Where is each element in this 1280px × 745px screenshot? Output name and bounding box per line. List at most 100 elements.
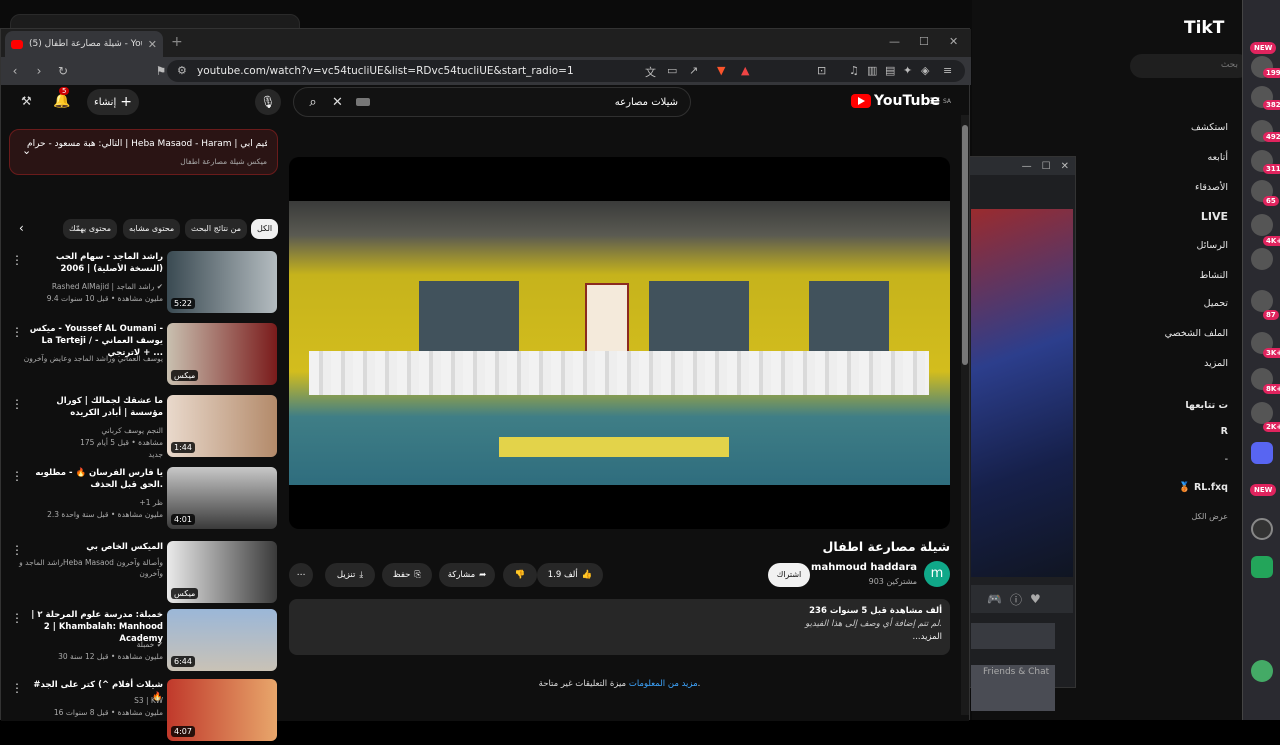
share-page-icon[interactable]: ↗ [689, 64, 698, 77]
video-thumbnail[interactable]: 1:44 [167, 395, 277, 457]
search-box[interactable]: ⌕ ✕ شيلات مصارعه [293, 87, 691, 117]
notifications-bell-icon[interactable]: 🔔 5 [53, 87, 70, 109]
tiktok-nav-upload[interactable]: تحميل [1204, 298, 1228, 309]
back-icon[interactable]: ‹ [5, 64, 25, 78]
channel-info[interactable]: m mahmoud haddara 903 مشتركين [791, 561, 951, 591]
video-thumbnail[interactable]: ميكس [167, 323, 277, 385]
chip-from-search[interactable]: من نتائج البحث [185, 219, 248, 239]
brave-shield-icon[interactable]: ▼ [717, 64, 725, 77]
music-icon[interactable]: ♫ [849, 64, 859, 77]
more-options-icon[interactable]: ⋮ [11, 681, 23, 695]
vpn-icon[interactable]: ◈ [921, 64, 929, 77]
description-box[interactable]: 236 ألف مشاهدة قبل 5 سنوات لم تتم إضافة … [289, 599, 950, 655]
recommendation-card[interactable]: ⋮ خمبلة: مدرسة علوم المرحلة ٢ | 2 | Kham… [1, 609, 281, 675]
hamburger-menu-icon[interactable]: ≡ [929, 93, 941, 109]
channel-name[interactable]: Rashed AlMajid | راشد الماجد ✔ [3, 281, 163, 292]
video-thumbnail[interactable]: 5:22 [167, 251, 277, 313]
video-thumbnail[interactable]: ميكس [167, 541, 277, 603]
share-button[interactable]: مشاركة ➦ [439, 563, 495, 587]
learn-more-link[interactable]: مزيد من المعلومات [629, 679, 698, 689]
video-title[interactable]: راشد الماجد - سهام الحب (النسخة الأصلية)… [23, 251, 163, 275]
dislike-button[interactable]: 👎 [503, 563, 537, 587]
close-icon[interactable]: ✕ [1061, 161, 1069, 172]
info-icon[interactable]: ⓘ [1010, 591, 1022, 608]
tiktok-nav-activity[interactable]: النشاط [1199, 270, 1228, 281]
translate-icon[interactable]: 文 [645, 64, 656, 80]
close-tab-icon[interactable]: ✕ [148, 38, 163, 51]
recommendation-card[interactable]: ⋮ ميكس - Youssef AL Oumani - La Terteji … [1, 323, 281, 389]
avatar[interactable] [1251, 402, 1273, 424]
forward-icon[interactable]: › [29, 64, 49, 78]
avatar[interactable] [1251, 290, 1273, 312]
site-settings-icon[interactable]: ⚙ [177, 64, 187, 77]
minimize-window-icon[interactable]: — [889, 35, 900, 48]
recommendation-card[interactable]: ⋮ يا فارس الفرسان 🔥 - مطلوبه الحق قبل ال… [1, 467, 281, 533]
reload-icon[interactable]: ↻ [53, 64, 73, 78]
channel-avatar[interactable]: m [924, 561, 950, 587]
leo-ai-icon[interactable]: ✦ [903, 64, 912, 77]
video-thumbnail[interactable]: 4:07 [167, 679, 277, 741]
tiktok-nav-live[interactable]: LIVE [1201, 210, 1228, 223]
tiktok-nav-messages[interactable]: الرسائل [1197, 240, 1228, 251]
video-player[interactable] [289, 157, 950, 529]
chevron-left-icon[interactable]: ‹ [19, 221, 24, 235]
app-icon[interactable] [1251, 518, 1273, 540]
avatar[interactable] [1251, 660, 1273, 682]
chat-field[interactable] [971, 623, 1055, 649]
recommendation-card[interactable]: ⋮ راشد الماجد - سهام الحب (النسخة الأصلي… [1, 251, 281, 317]
friends-chat-label[interactable]: Friends & Chat [983, 667, 1049, 677]
channel-name[interactable]: خمبلة ✔ [3, 639, 163, 650]
screenshot-icon[interactable]: ⊡ [817, 64, 826, 77]
create-button[interactable]: إنشاء + [87, 89, 139, 115]
url-field[interactable]: ⚙ youtube.com/watch?v=vc54tucliUE&list=R… [167, 60, 965, 82]
video-title[interactable]: الميكس الخاص بي [23, 541, 163, 553]
more-options-icon[interactable]: ⋮ [11, 543, 23, 557]
more-options-icon[interactable]: ⋮ [11, 397, 23, 411]
minimize-icon[interactable]: — [1022, 161, 1032, 172]
show-more-link[interactable]: ...المزيد [297, 631, 943, 644]
more-options-icon[interactable]: ⋮ [11, 325, 23, 339]
avatar[interactable] [1251, 248, 1273, 270]
voice-search-button[interactable]: 🎙 [255, 89, 281, 115]
channel-name[interactable]: +ظر 1 [3, 497, 163, 508]
rewards-icon[interactable]: ▲ [741, 64, 749, 77]
keyboard-icon[interactable] [356, 98, 370, 106]
chip-related[interactable]: محتوى مشابه [123, 219, 181, 239]
avatar[interactable] [1251, 214, 1273, 236]
maximize-icon[interactable]: ☐ [1042, 161, 1051, 172]
sidebar-icon[interactable]: ▥ [867, 64, 877, 77]
tiktok-nav-following[interactable]: أتابعه [1208, 152, 1229, 163]
cast-icon[interactable]: ▭ [667, 64, 677, 77]
browser-tab[interactable]: (5) شيلة مصارعة اطفال - YouTube ✕ [5, 31, 163, 57]
channel-name[interactable]: S3 | KW [3, 695, 163, 706]
heart-icon[interactable]: ♥ [1030, 592, 1041, 606]
recommendation-card[interactable]: ⋮ الميكس الخاص بي راشد الماجد وHeba Masa… [1, 541, 281, 607]
new-tab-button[interactable]: + [171, 34, 183, 50]
app-icon[interactable] [1251, 556, 1273, 578]
like-button[interactable]: 1.9 ألف 👍 [537, 563, 603, 587]
channel-name[interactable]: راشد الماجد وHeba Masaod وأصالة وآخرون و… [3, 557, 163, 579]
more-actions-button[interactable]: ⋯ [289, 563, 313, 587]
playlist-panel[interactable]: ⌄ التالي: هبة مسعود - حرام | Heba Masaod… [9, 129, 278, 175]
search-input[interactable]: شيلات مصارعه [370, 97, 690, 108]
more-options-icon[interactable]: ⋮ [11, 253, 23, 267]
tiktok-nav-profile[interactable]: الملف الشخصي [1165, 328, 1228, 339]
download-button[interactable]: تنزيل ⤓ [325, 563, 375, 587]
tiktok-nav-explore[interactable]: استكشف [1191, 122, 1228, 133]
clear-search-icon[interactable]: ✕ [332, 95, 352, 110]
video-thumbnail[interactable]: 6:44 [167, 609, 277, 671]
chip-for-you[interactable]: محتوى يهمّك [63, 219, 118, 239]
more-options-icon[interactable]: ⋮ [11, 611, 23, 625]
more-options-icon[interactable]: ⋮ [11, 469, 23, 483]
wallet-icon[interactable]: ▤ [885, 64, 895, 77]
save-button[interactable]: حفظ ⎘ [382, 563, 432, 587]
apps-icon[interactable]: ⚒ [21, 94, 32, 108]
tiktok-following-item[interactable]: - [1225, 454, 1228, 465]
recommendation-card[interactable]: ⋮ ما عشقك لجمالك | كورال مؤسسة | أبادر ا… [1, 395, 281, 461]
channel-name[interactable]: النجم يوسف كرباني [3, 425, 163, 436]
menu-icon[interactable]: ≡ [943, 64, 952, 77]
recommendation-card[interactable]: ⋮ #شيلات أفلام ^) كتر على الجد 🔥 S3 | KW… [1, 679, 281, 745]
search-icon[interactable]: ⌕ [294, 95, 332, 110]
subscribe-button[interactable]: اشتراك [768, 563, 810, 587]
folder-icon[interactable] [1251, 442, 1273, 464]
